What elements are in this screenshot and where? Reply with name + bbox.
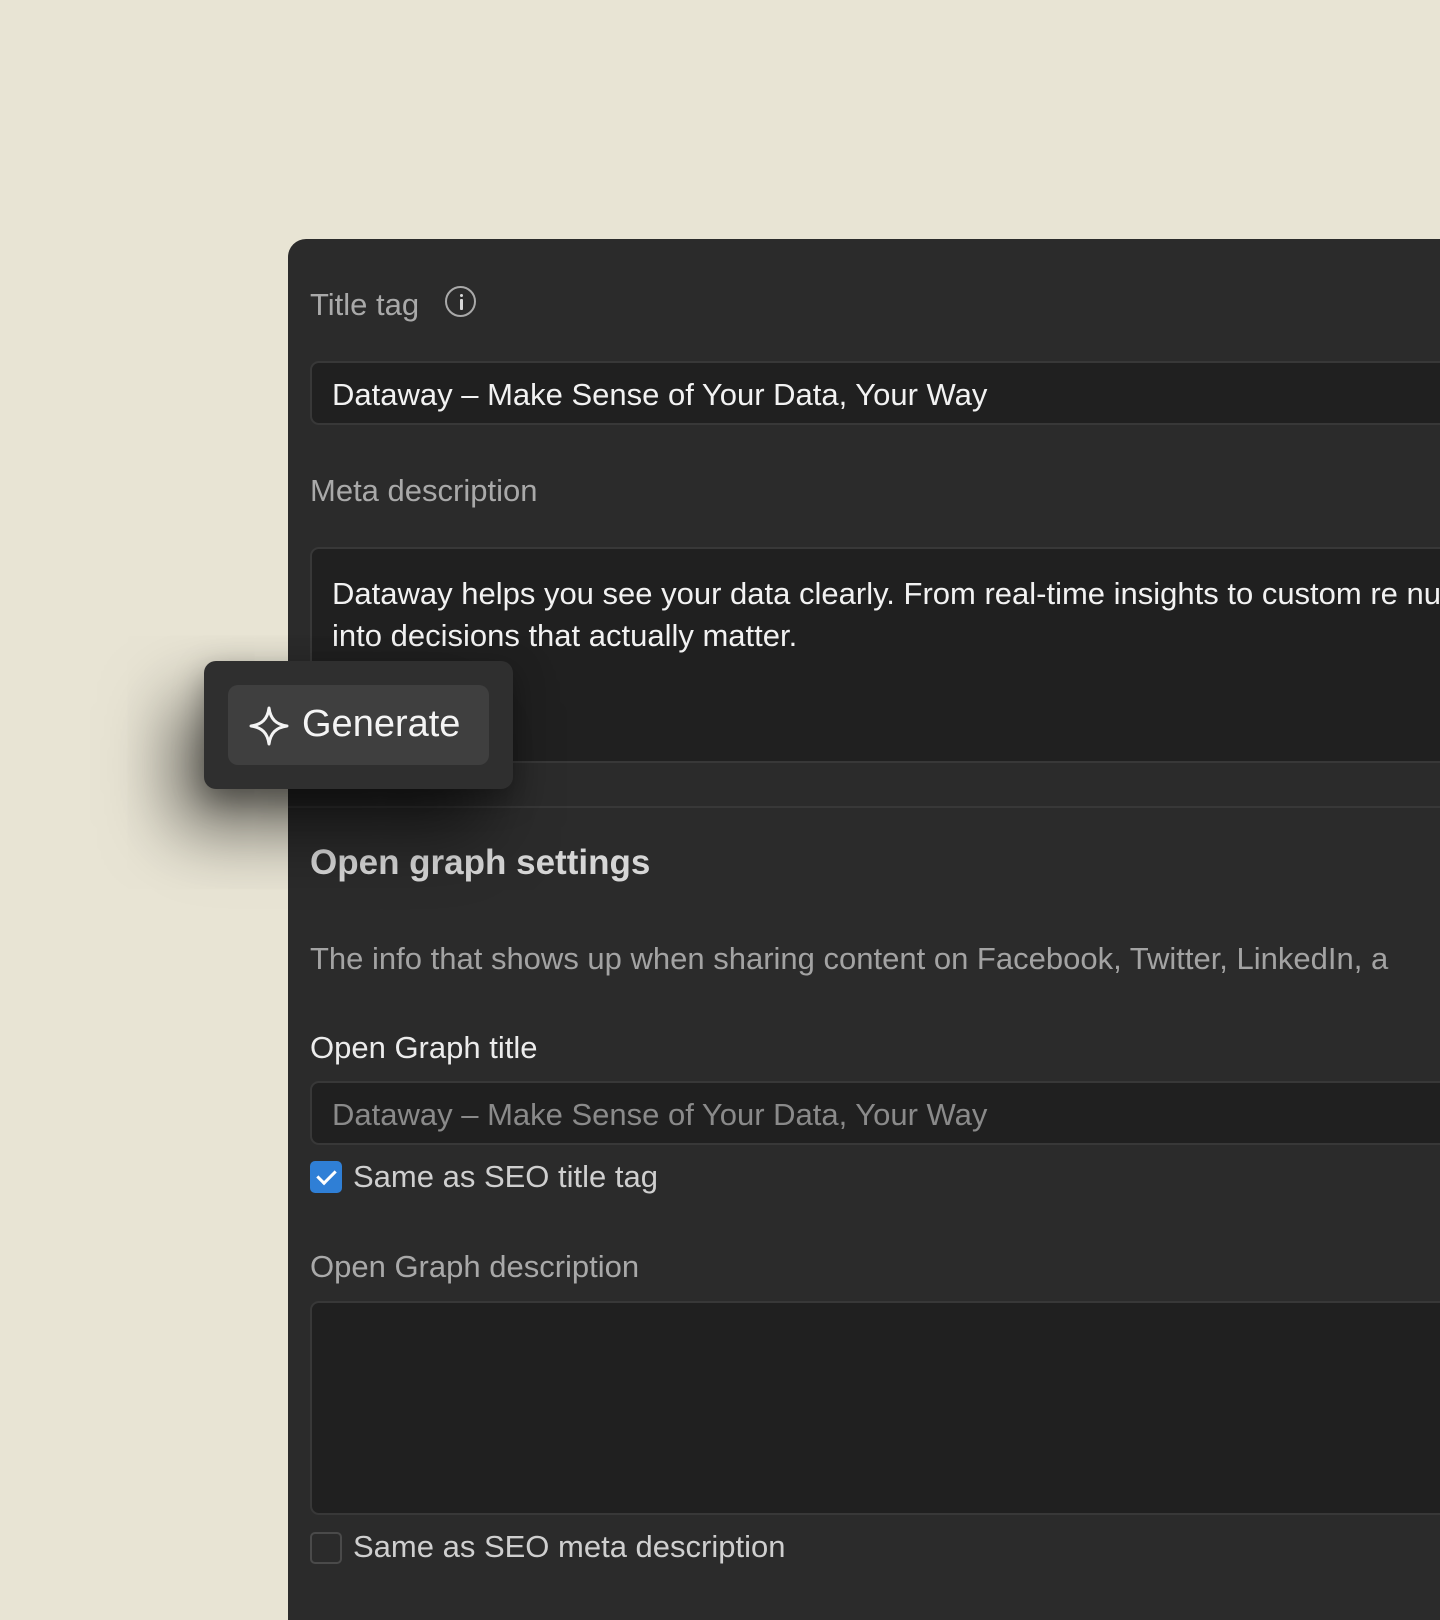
- title-tag-input[interactable]: Dataway – Make Sense of Your Data, Your …: [310, 361, 1440, 425]
- same-as-seo-title-checkbox[interactable]: [310, 1161, 342, 1193]
- same-as-seo-meta-label[interactable]: Same as SEO meta description: [353, 1529, 785, 1565]
- generate-popover: Generate: [204, 661, 513, 789]
- open-graph-title-placeholder: Dataway – Make Sense of Your Data, Your …: [332, 1097, 988, 1132]
- sparkle-icon: [249, 706, 289, 746]
- info-icon[interactable]: [445, 286, 476, 317]
- open-graph-section-title: Open graph settings: [310, 843, 651, 882]
- page: Title tag Dataway – Make Sense of Your D…: [0, 0, 1440, 1620]
- meta-description-label: Meta description: [310, 473, 538, 508]
- section-divider: [288, 806, 1440, 808]
- open-graph-helper-text: The info that shows up when sharing cont…: [310, 941, 1389, 976]
- same-as-seo-meta-checkbox[interactable]: [310, 1532, 342, 1564]
- open-graph-description-textarea[interactable]: [310, 1301, 1440, 1515]
- title-tag-label: Title tag: [310, 287, 420, 322]
- meta-description-value: Dataway helps you see your data clearly.…: [332, 576, 1440, 653]
- open-graph-description-label: Open Graph description: [310, 1249, 640, 1284]
- open-graph-title-label: Open Graph title: [310, 1030, 538, 1065]
- title-tag-value: Dataway – Make Sense of Your Data, Your …: [332, 377, 988, 412]
- seo-settings-panel: Title tag Dataway – Make Sense of Your D…: [288, 239, 1440, 1620]
- generate-button[interactable]: Generate: [228, 685, 489, 765]
- same-as-seo-title-label[interactable]: Same as SEO title tag: [353, 1159, 658, 1195]
- generate-button-label: Generate: [302, 703, 461, 745]
- open-graph-title-input[interactable]: Dataway – Make Sense of Your Data, Your …: [310, 1081, 1440, 1145]
